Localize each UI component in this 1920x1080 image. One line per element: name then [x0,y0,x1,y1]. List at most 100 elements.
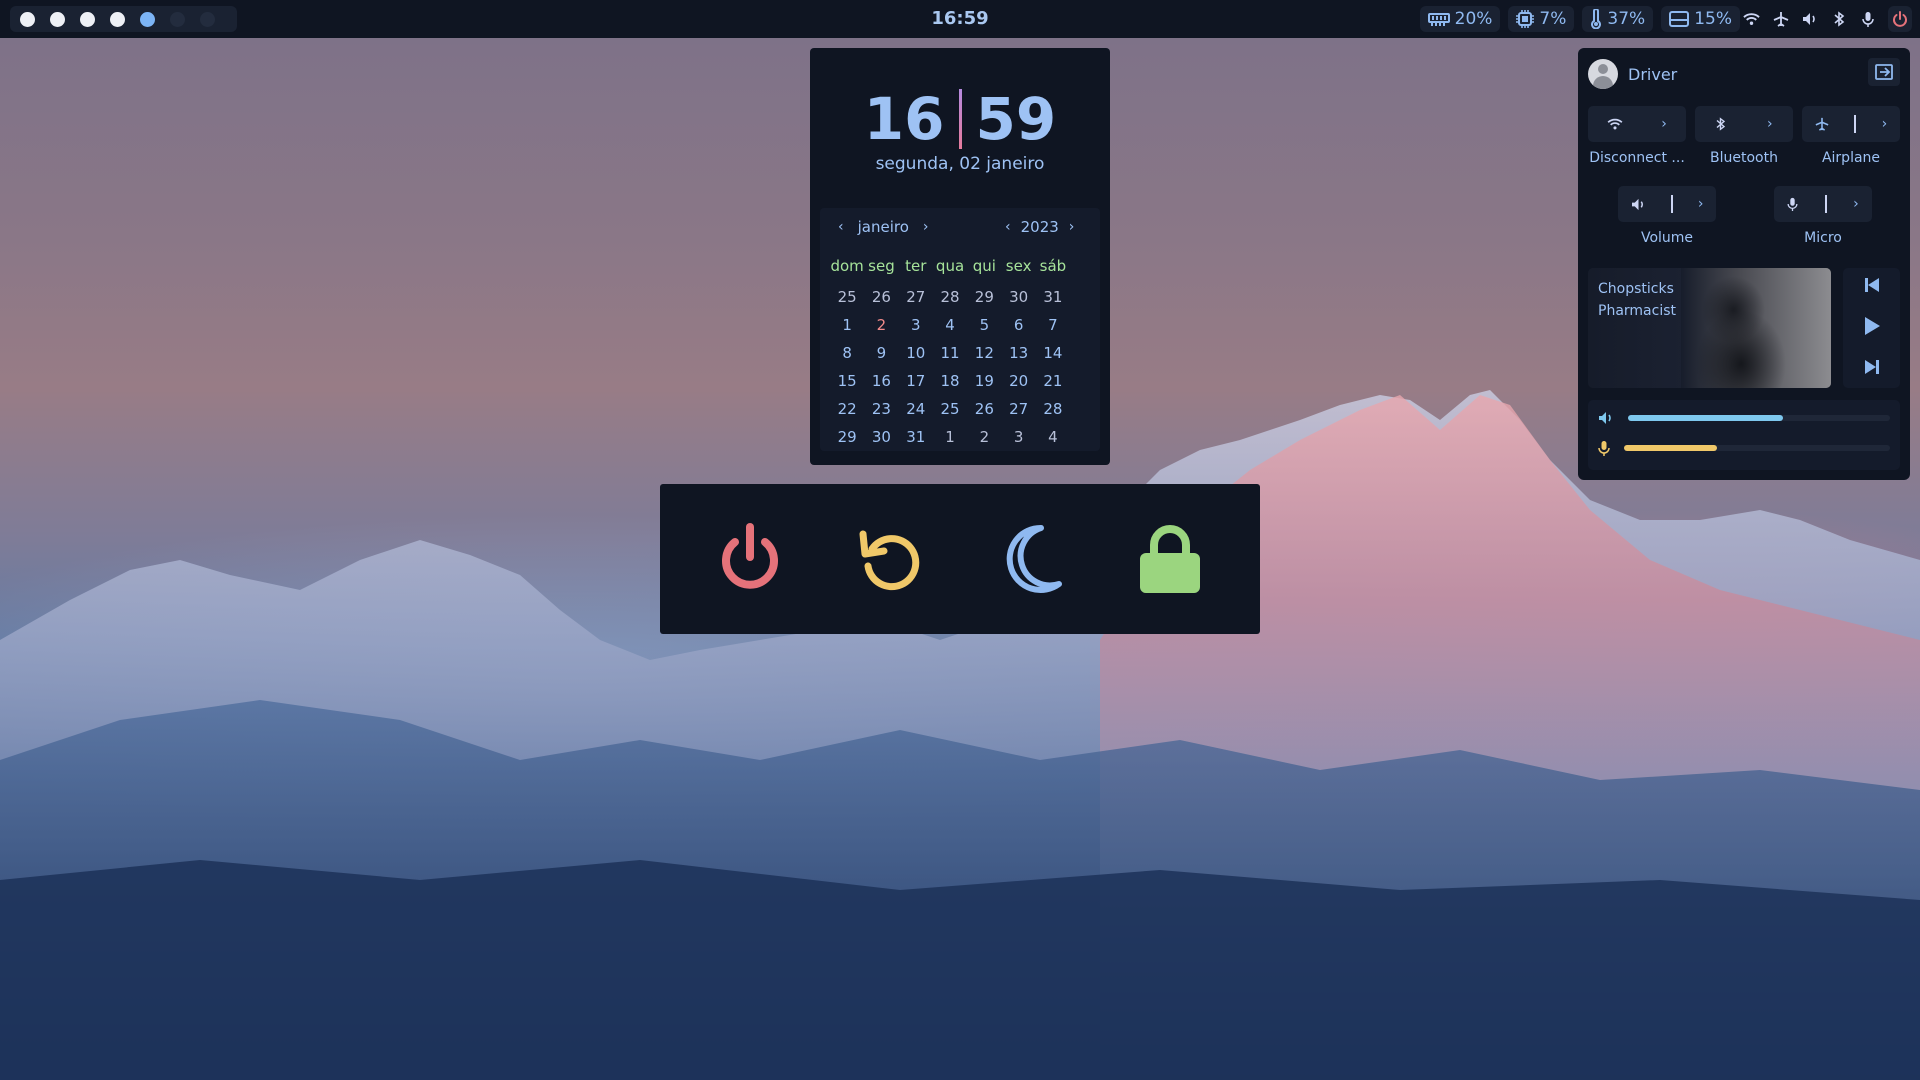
calendar-day[interactable]: 16 [864,370,898,398]
calendar-day[interactable]: 18 [933,370,967,398]
volume-label: Volume [1640,230,1694,246]
bluetooth-expand-chevron-icon[interactable]: › [1767,116,1773,132]
calendar-day[interactable]: 4 [1036,426,1070,454]
system-tray [1743,0,1912,38]
calendar-day[interactable]: 30 [864,426,898,454]
calendar-day[interactable]: 4 [933,314,967,342]
play-icon[interactable] [1863,316,1881,340]
volume-toggle[interactable]: › [1618,186,1716,222]
logout-button[interactable] [1868,58,1900,86]
calendar-day[interactable]: 25 [933,398,967,426]
next-track-icon[interactable] [1864,359,1880,379]
disk-value: 15% [1694,9,1732,29]
volume-icon [1599,412,1611,424]
workspace-2[interactable] [50,11,65,27]
calendar-day[interactable]: 6 [1001,314,1035,342]
date-line: segunda, 02 janeiro [875,154,1045,174]
calendar-day[interactable]: 3 [1001,426,1035,454]
calendar-day[interactable]: 10 [899,342,933,370]
calendar-day[interactable]: 25 [830,286,864,314]
calendar-day[interactable]: 20 [1001,370,1035,398]
lock-button[interactable] [1115,504,1225,614]
airplane-label: Airplane [1821,150,1881,166]
previous-track-icon[interactable] [1864,277,1880,297]
workspace-3[interactable] [80,11,95,27]
prev-year-button[interactable]: ‹ [1005,219,1011,235]
ram-value: 20% [1454,9,1493,29]
disk-stat[interactable]: 15% [1661,6,1740,32]
shutdown-button[interactable] [695,504,805,614]
airplane-icon [1815,117,1829,131]
calendar-day[interactable]: 29 [967,286,1001,314]
calendar-day[interactable]: 1 [830,314,864,342]
prev-month-button[interactable]: ‹ [838,219,844,235]
calendar-day[interactable]: 1 [933,426,967,454]
volume-expand-chevron-icon[interactable]: › [1698,196,1704,212]
calendar-day[interactable]: 26 [967,398,1001,426]
calendar-day[interactable]: 17 [899,370,933,398]
wifi-label: Disconnect ... [1589,150,1685,166]
microphone-expand-chevron-icon[interactable]: › [1853,196,1859,212]
bluetooth-icon[interactable] [1830,11,1847,28]
microphone-icon[interactable] [1859,11,1876,28]
reboot-button[interactable] [835,504,945,614]
calendar-day[interactable]: 19 [967,370,1001,398]
calendar-day[interactable]: 7 [1036,314,1070,342]
calendar-day[interactable]: 27 [1001,398,1035,426]
calendar-day[interactable]: 27 [899,286,933,314]
next-month-button[interactable]: › [923,219,929,235]
weekday-header: sáb [1039,257,1067,275]
workspace-5[interactable] [140,11,155,27]
mic-slider[interactable] [1624,445,1890,451]
calendar-day[interactable]: 5 [967,314,1001,342]
calendar-day[interactable]: 26 [864,286,898,314]
workspace-1[interactable] [20,11,35,27]
workspace-7[interactable] [200,11,215,27]
calendar-day[interactable]: 12 [967,342,1001,370]
ram-stat[interactable]: 20% [1419,6,1501,32]
workspace-6[interactable] [170,11,185,27]
calendar-day[interactable]: 24 [899,398,933,426]
airplane-expand-chevron-icon[interactable]: › [1882,116,1888,132]
calendar-day[interactable]: 29 [830,426,864,454]
calendar-day[interactable]: 13 [1001,342,1035,370]
calendar-day[interactable]: 2 [864,314,898,342]
cpu-value: 7% [1539,9,1567,29]
calendar-day[interactable]: 28 [933,286,967,314]
calendar-day[interactable]: 11 [933,342,967,370]
calendar: ‹ janeiro › ‹ 2023 › dom seg ter qua qui sex s… [820,208,1100,451]
calendar-day[interactable]: 2 [967,426,1001,454]
calendar-day[interactable]: 31 [899,426,933,454]
wifi-icon[interactable] [1743,11,1760,28]
calendar-day[interactable]: 15 [830,370,864,398]
calendar-day[interactable]: 8 [830,342,864,370]
workspace-4[interactable] [110,11,125,27]
microphone-icon [1787,197,1798,211]
calendar-day[interactable]: 3 [899,314,933,342]
calendar-day[interactable]: 14 [1036,342,1070,370]
calendar-day[interactable]: 9 [864,342,898,370]
calendar-day[interactable]: 31 [1036,286,1070,314]
airplane-toggle[interactable]: › [1802,106,1900,142]
user-header: Driver [1588,58,1677,90]
calendar-day[interactable]: 23 [864,398,898,426]
microphone-toggle[interactable]: › [1774,186,1872,222]
power-icon[interactable] [1888,6,1912,32]
weekday-header: qui [972,257,996,275]
cpu-stat[interactable]: 7% [1508,6,1575,32]
calendar-day[interactable]: 21 [1036,370,1070,398]
wifi-toggle[interactable]: › [1588,106,1686,142]
workspace-switcher [10,6,237,32]
calendar-day[interactable]: 28 [1036,398,1070,426]
temperature-stat[interactable]: 37% [1582,6,1654,32]
calendar-day[interactable]: 22 [830,398,864,426]
sleep-button[interactable] [975,504,1085,614]
wifi-expand-chevron-icon[interactable]: › [1661,116,1667,132]
next-year-button[interactable]: › [1069,219,1075,235]
bluetooth-toggle[interactable]: › [1695,106,1793,142]
airplane-icon[interactable] [1772,11,1789,28]
volume-slider[interactable] [1628,415,1890,421]
volume-icon[interactable] [1801,11,1818,28]
calendar-day[interactable]: 30 [1001,286,1035,314]
year-label: 2023 [1020,218,1059,236]
